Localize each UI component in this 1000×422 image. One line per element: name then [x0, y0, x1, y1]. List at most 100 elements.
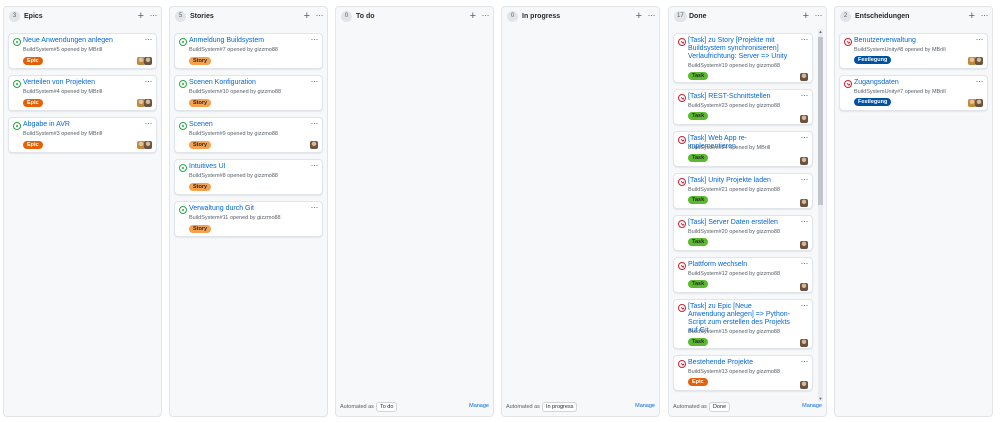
card-menu-icon[interactable]: ··· [311, 160, 319, 170]
issue-card[interactable]: Plattform wechseln ··· BuildSystem#12 op… [673, 257, 813, 293]
card-title[interactable]: [Task] REST-Schnittstellen [688, 93, 790, 101]
avatar[interactable] [800, 241, 808, 249]
card-title[interactable]: Plattform wechseln [688, 261, 790, 269]
label-badge[interactable]: Story [189, 57, 212, 65]
avatar[interactable] [800, 381, 808, 389]
column-menu-icon[interactable]: ··· [815, 10, 823, 21]
issue-card[interactable]: Abgabe in AVR ··· BuildSystem#3 opened b… [8, 117, 157, 153]
add-card-icon[interactable]: + [969, 10, 975, 22]
add-card-icon[interactable]: + [138, 10, 144, 22]
avatar[interactable] [310, 141, 318, 149]
issue-card[interactable]: Zugangsdaten ··· BuildSystemUnity#7 open… [839, 75, 988, 111]
card-title[interactable]: Scenen Konfiguration [189, 79, 300, 87]
label-badge[interactable]: Festlegung [854, 98, 892, 106]
add-card-icon[interactable]: + [636, 10, 642, 22]
card-title[interactable]: Intuitives UI [189, 163, 300, 171]
card-menu-icon[interactable]: ··· [801, 356, 809, 366]
card-menu-icon[interactable]: ··· [145, 118, 153, 128]
card-menu-icon[interactable]: ··· [801, 258, 809, 268]
issue-card[interactable]: [Task] Unity Projekte laden ··· BuildSys… [673, 173, 813, 209]
card-menu-icon[interactable]: ··· [801, 216, 809, 226]
issue-card[interactable]: Benutzerverwaltung ··· BuildSystemUnity#… [839, 33, 988, 69]
card-menu-icon[interactable]: ··· [145, 34, 153, 44]
label-badge[interactable]: Epic [23, 99, 43, 107]
label-badge[interactable]: Festlegung [854, 56, 892, 64]
manage-link[interactable]: Manage [469, 402, 489, 411]
issue-card[interactable]: Intuitives UI ··· BuildSystem#8 opened b… [174, 159, 323, 195]
card-title[interactable]: Zugangsdaten [854, 79, 965, 87]
issue-card[interactable]: Bestehende Projekte ··· BuildSystem#13 o… [673, 355, 813, 391]
label-badge[interactable]: Task [688, 338, 709, 346]
card-menu-icon[interactable]: ··· [311, 76, 319, 86]
avatar[interactable] [800, 115, 808, 123]
avatar[interactable] [975, 57, 983, 65]
avatar[interactable] [975, 99, 983, 107]
issue-card[interactable]: Neue Anwendungen anlegen ··· BuildSystem… [8, 33, 157, 69]
avatar[interactable] [144, 141, 152, 149]
add-card-icon[interactable]: + [304, 10, 310, 22]
issue-card[interactable]: Verwaltung durch Git ··· BuildSystem#11 … [174, 201, 323, 237]
label-badge[interactable]: Story [189, 141, 212, 149]
card-menu-icon[interactable]: ··· [801, 174, 809, 184]
card-title[interactable]: [Task] Unity Projekte laden [688, 177, 790, 185]
card-title[interactable]: Bestehende Projekte [688, 359, 790, 367]
card-title[interactable]: Benutzerverwaltung [854, 37, 965, 45]
avatar[interactable] [144, 57, 152, 65]
label-badge[interactable]: Story [189, 183, 212, 191]
avatar[interactable] [800, 73, 808, 81]
column-menu-icon[interactable]: ··· [316, 10, 324, 21]
label-badge[interactable]: Task [688, 112, 709, 120]
label-badge[interactable]: Story [189, 99, 212, 107]
card-title[interactable]: [Task] zu Story [Projekte mit Buildsyste… [688, 37, 790, 61]
card-menu-icon[interactable]: ··· [976, 76, 984, 86]
scrollbar-thumb[interactable] [818, 37, 823, 205]
label-badge[interactable]: Task [688, 196, 709, 204]
card-menu-icon[interactable]: ··· [311, 118, 319, 128]
label-badge[interactable]: Task [688, 72, 709, 80]
card-title[interactable]: Verteilen von Projekten [23, 79, 134, 87]
column-menu-icon[interactable]: ··· [482, 10, 490, 21]
card-menu-icon[interactable]: ··· [801, 300, 809, 310]
card-title[interactable]: Verwaltung durch Git [189, 205, 300, 213]
scrollbar[interactable]: ▲ ▼ [818, 29, 823, 401]
issue-card[interactable]: [Task] zu Epic [Neue Anwendung anlegen] … [673, 299, 813, 349]
issue-card[interactable]: Anmeldung Buildsystem ··· BuildSystem#7 … [174, 33, 323, 69]
card-menu-icon[interactable]: ··· [311, 202, 319, 212]
label-badge[interactable]: Epic [688, 378, 708, 386]
label-badge[interactable]: Epic [23, 57, 43, 65]
card-menu-icon[interactable]: ··· [801, 132, 809, 142]
issue-card[interactable]: [Task] REST-Schnittstellen ··· BuildSyst… [673, 89, 813, 125]
issue-card[interactable]: Verteilen von Projekten ··· BuildSystem#… [8, 75, 157, 111]
card-menu-icon[interactable]: ··· [801, 90, 809, 100]
label-badge[interactable]: Story [189, 225, 212, 233]
card-title[interactable]: Abgabe in AVR [23, 121, 134, 129]
manage-link[interactable]: Manage [802, 402, 822, 411]
card-title[interactable]: [Task] Server Daten erstellen [688, 219, 790, 227]
avatar[interactable] [800, 339, 808, 347]
column-menu-icon[interactable]: ··· [150, 10, 158, 21]
issue-card[interactable]: [Task] Web App re-implementieren ··· Bui… [673, 131, 813, 167]
column-menu-icon[interactable]: ··· [648, 10, 656, 21]
scroll-up-icon[interactable]: ▲ [818, 29, 823, 34]
card-title[interactable]: Scenen [189, 121, 300, 129]
card-menu-icon[interactable]: ··· [145, 76, 153, 86]
label-badge[interactable]: Task [688, 154, 709, 162]
column-menu-icon[interactable]: ··· [981, 10, 989, 21]
issue-card[interactable]: Scenen ··· BuildSystem#9 opened by gizzm… [174, 117, 323, 153]
card-title[interactable]: Anmeldung Buildsystem [189, 37, 300, 45]
label-badge[interactable]: Task [688, 280, 709, 288]
label-badge[interactable]: Epic [23, 141, 43, 149]
avatar[interactable] [800, 283, 808, 291]
issue-card[interactable]: [Task] zu Story [Projekte mit Buildsyste… [673, 33, 813, 83]
card-menu-icon[interactable]: ··· [311, 34, 319, 44]
card-menu-icon[interactable]: ··· [801, 34, 809, 44]
avatar[interactable] [800, 199, 808, 207]
card-menu-icon[interactable]: ··· [976, 34, 984, 44]
avatar[interactable] [800, 157, 808, 165]
manage-link[interactable]: Manage [635, 402, 655, 411]
add-card-icon[interactable]: + [803, 10, 809, 22]
avatar[interactable] [144, 99, 152, 107]
label-badge[interactable]: Task [688, 238, 709, 246]
card-title[interactable]: Neue Anwendungen anlegen [23, 37, 134, 45]
issue-card[interactable]: [Task] Server Daten erstellen ··· BuildS… [673, 215, 813, 251]
